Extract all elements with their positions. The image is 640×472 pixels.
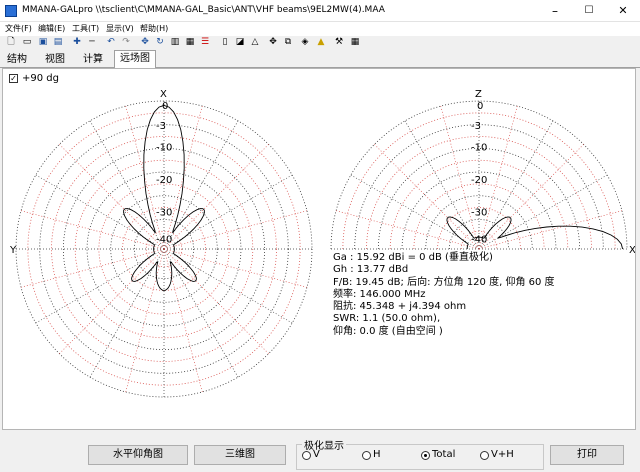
maximize-button[interactable]: ☐ [572, 0, 606, 22]
compute-icon[interactable]: ▦ [185, 37, 195, 47]
move-icon[interactable]: ✥ [140, 37, 150, 47]
frequency: 频率: 146.000 MHz [333, 288, 426, 300]
left-ring-label: 0 [162, 101, 168, 112]
pattern-plots: XY0-3-10-20-30-40 ZX0-3-10-20-30-40 [9, 89, 635, 398]
minimize-button[interactable]: – [538, 0, 572, 22]
label-icon[interactable]: ◪ [235, 37, 245, 47]
left-axis-top-label: X [160, 89, 167, 100]
tools-icon[interactable]: ⚒ [334, 37, 344, 47]
title-bar: MMANA-GALpro \\tsclient\C\MMANA-GAL_Basi… [0, 0, 640, 22]
copy-icon[interactable]: ⧉ [283, 37, 293, 47]
elevation-angle: 仰角: 0.0 度 (自由空间 ) [333, 325, 443, 337]
app-icon [5, 5, 17, 17]
right-ring-label: -30 [471, 208, 487, 219]
radio-vh[interactable] [480, 451, 489, 460]
horizontal-elevation-button[interactable]: 水平仰角图 [88, 445, 188, 465]
radio-h-label: H [373, 449, 381, 460]
app-window: MMANA-GALpro \\tsclient\C\MMANA-GAL_Basi… [0, 0, 640, 472]
add-icon[interactable]: ✚ [72, 37, 82, 47]
tab-structure[interactable]: 结构 [2, 52, 32, 68]
radio-v[interactable] [302, 451, 311, 460]
radio-v-label: V [313, 449, 320, 460]
close-button[interactable]: ✕ [606, 0, 640, 22]
left-ring-label: -3 [156, 121, 166, 132]
3d-plot-button[interactable]: 三维图 [194, 445, 286, 465]
front-back-ratio: F/B: 19.45 dB; 后向: 方位角 120 度, 仰角 60 度 [333, 276, 555, 288]
tab-calculate[interactable]: 计算 [78, 52, 108, 68]
right-ring-label: -10 [471, 143, 487, 154]
right-axis-right-label: X [629, 245, 635, 256]
remove-icon[interactable]: ━ [87, 37, 97, 47]
impedance: 阻抗: 45.348 + j4.394 ohm [333, 301, 467, 313]
menu-file[interactable]: 文件(F) [5, 23, 32, 34]
bottom-bar: 水平仰角图 三维图 极化显示 V H Total V+H 打印 [0, 432, 640, 472]
radio-vh-label: V+H [491, 449, 514, 460]
radio-h[interactable] [362, 451, 371, 460]
open-icon[interactable]: ▭ [22, 37, 32, 47]
text-icon[interactable]: ▯ [220, 37, 230, 47]
triangle-icon[interactable]: △ [250, 37, 260, 47]
menu-view[interactable]: 显示(V) [106, 23, 134, 34]
tab-view[interactable]: 视图 [40, 52, 70, 68]
menu-help[interactable]: 帮助(H) [140, 23, 168, 34]
left-ring-label: -30 [156, 208, 172, 219]
menu-tools[interactable]: 工具(T) [72, 23, 99, 34]
menu-edit[interactable]: 编辑(E) [38, 23, 65, 34]
load-icon[interactable]: ☰ [200, 37, 210, 47]
table-icon[interactable]: ▥ [170, 37, 180, 47]
circle-icon[interactable]: ✥ [268, 37, 278, 47]
tab-bar: 结构 视图 计算 远场图 [0, 50, 640, 69]
left-axis-left-label: Y [9, 245, 17, 256]
right-ring-label: -3 [471, 121, 481, 132]
toolbar: 🗋 ▭ ▣ ▤ ✚ ━ ↶ ↷ ✥ ↻ ▥ ▦ ☰ ▯ ◪ △ ✥ ⧉ ◈ ▲ … [0, 36, 640, 50]
polarization-group-label: 极化显示 [302, 437, 346, 452]
radio-total[interactable] [421, 451, 430, 460]
gain-dbd: Gh : 13.77 dBd [333, 264, 409, 276]
save-as-icon[interactable]: ▤ [53, 37, 63, 47]
right-ring-label: -40 [471, 234, 487, 245]
far-field-canvas: ✓ +90 dg X Y 0 -3 -10 -20 -30 -40 Z X 0 -3 -10 -20 -3… [2, 68, 636, 430]
tab-far-field[interactable]: 远场图 [114, 50, 156, 69]
menu-bar: 文件(F) 编辑(E) 工具(T) 显示(V) 帮助(H) [0, 22, 640, 36]
color-icon[interactable]: ▲ [316, 37, 326, 47]
radio-total-label: Total [432, 449, 456, 460]
layers-icon[interactable]: ◈ [300, 37, 310, 47]
right-axis-top-label: Z [475, 89, 482, 100]
left-ring-label: -10 [156, 143, 172, 154]
undo-icon[interactable]: ↶ [106, 37, 116, 47]
save-icon[interactable]: ▣ [38, 37, 48, 47]
right-ring-label: -20 [471, 175, 487, 186]
left-ring-label: -40 [156, 234, 172, 245]
gain-dbi: Ga : 15.92 dBi = 0 dB (垂直极化) [333, 252, 493, 263]
vertical-pattern-plot: Z X 0 -3 -10 -20 -30 -40 [330, 89, 635, 256]
redo-icon[interactable]: ↷ [121, 37, 131, 47]
print-button[interactable]: 打印 [550, 445, 624, 465]
new-icon[interactable]: 🗋 [6, 37, 16, 47]
right-ring-label: 0 [477, 101, 483, 112]
antenna-info: Ga : 15.92 dBi = 0 dB (垂直极化) Gh : 13.77 … [333, 252, 555, 338]
swr: SWR: 1.1 (50.0 ohm), [333, 313, 441, 325]
left-ring-label: -20 [156, 175, 172, 186]
horizontal-pattern-plot: X Y 0 -3 -10 -20 -30 -40 [9, 89, 313, 398]
grid-icon[interactable]: ▦ [350, 37, 360, 47]
window-title: MMANA-GALpro \\tsclient\C\MMANA-GAL_Basi… [22, 5, 385, 15]
rotate-icon[interactable]: ↻ [155, 37, 165, 47]
